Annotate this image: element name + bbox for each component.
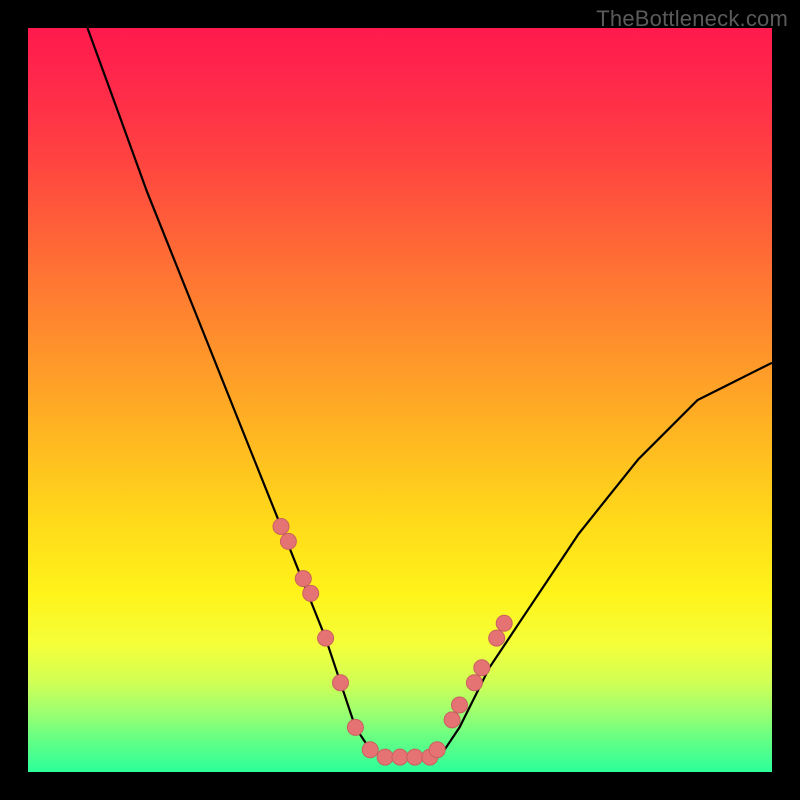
data-point: [295, 571, 311, 587]
data-point: [377, 749, 393, 765]
data-point: [280, 533, 296, 549]
data-point: [333, 675, 349, 691]
data-point: [318, 630, 334, 646]
data-point: [362, 742, 378, 758]
data-points-layer: [28, 28, 772, 772]
data-point: [392, 749, 408, 765]
data-point: [273, 519, 289, 535]
data-point: [429, 742, 445, 758]
watermark-text: TheBottleneck.com: [596, 6, 788, 32]
data-point: [347, 719, 363, 735]
plot-area: [28, 28, 772, 772]
data-point: [303, 585, 319, 601]
data-point: [496, 615, 512, 631]
data-point: [407, 749, 423, 765]
data-point: [474, 660, 490, 676]
chart-frame: TheBottleneck.com: [0, 0, 800, 800]
data-point: [466, 675, 482, 691]
data-point: [444, 712, 460, 728]
data-point: [452, 697, 468, 713]
data-point: [489, 630, 505, 646]
